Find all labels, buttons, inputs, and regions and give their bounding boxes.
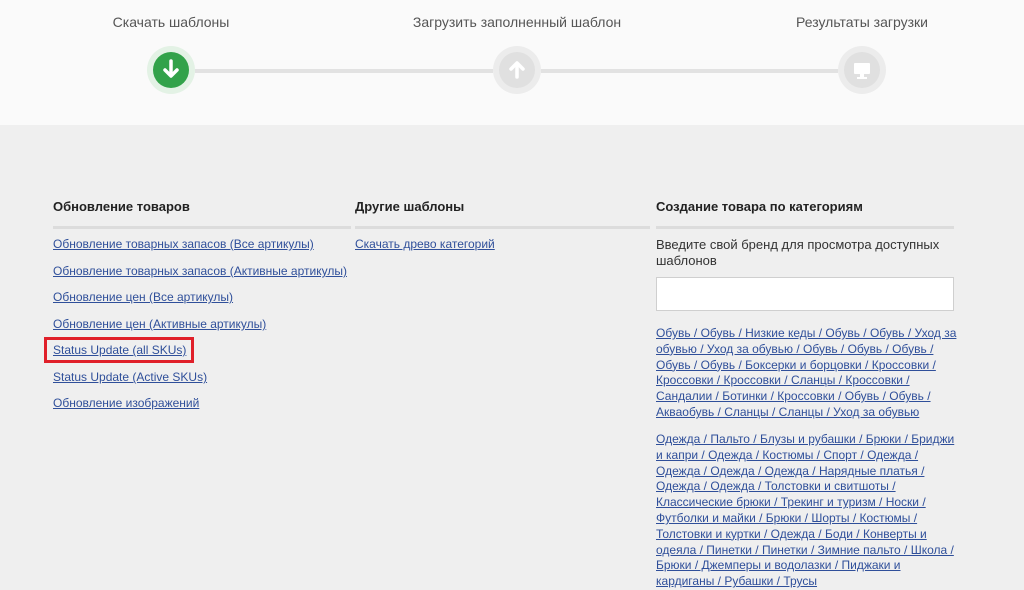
step-connector-2 [541, 69, 838, 73]
section-divider [53, 226, 351, 229]
product-update-section: Обновление товаров Обновление товарных з… [53, 199, 351, 439]
step-upload[interactable] [493, 46, 541, 94]
other-templates-title: Другие шаблоны [355, 199, 465, 214]
create-by-category-title: Создание товара по категориям [656, 199, 863, 214]
link-image-update[interactable]: Обновление изображений [53, 396, 199, 410]
highlight-box [44, 337, 194, 363]
upload-arrow-icon [509, 61, 525, 79]
step-label-results: Результаты загрузки [796, 14, 928, 30]
brand-search-input[interactable] [656, 277, 954, 311]
link-stock-update-all[interactable]: Обновление товарных запасов (Все артикул… [53, 237, 314, 251]
link-stock-update-active[interactable]: Обновление товарных запасов (Активные ар… [53, 264, 347, 278]
create-by-category-section: Создание товара по категориям Введите св… [656, 199, 956, 588]
category-links-footwear[interactable]: Обувь / Обувь / Низкие кеды / Обувь / Об… [656, 326, 958, 421]
section-divider [656, 226, 954, 229]
monitor-icon [854, 63, 870, 79]
step-connector-1 [195, 69, 493, 73]
link-price-update-active[interactable]: Обновление цен (Активные артикулы) [53, 317, 266, 331]
step-download[interactable] [147, 46, 195, 94]
product-update-title: Обновление товаров [53, 199, 190, 214]
step-label-download: Скачать шаблоны [112, 14, 230, 30]
upload-stepper: Скачать шаблоны Загрузить заполненный ша… [0, 0, 1024, 125]
step-results[interactable] [838, 46, 886, 94]
section-divider [355, 226, 650, 229]
link-price-update-all[interactable]: Обновление цен (Все артикулы) [53, 290, 233, 304]
other-templates-section: Другие шаблоны Скачать древо категорий [355, 199, 650, 259]
link-status-update-active[interactable]: Status Update (Active SKUs) [53, 370, 207, 384]
step-label-upload: Загрузить заполненный шаблон [412, 14, 622, 30]
download-arrow-icon [163, 59, 179, 78]
category-links-clothing[interactable]: Одежда / Пальто / Блузы и рубашки / Брюк… [656, 432, 958, 590]
link-category-tree[interactable]: Скачать древо категорий [355, 237, 495, 251]
brand-prompt-text: Введите свой бренд для просмотра доступн… [656, 237, 940, 268]
